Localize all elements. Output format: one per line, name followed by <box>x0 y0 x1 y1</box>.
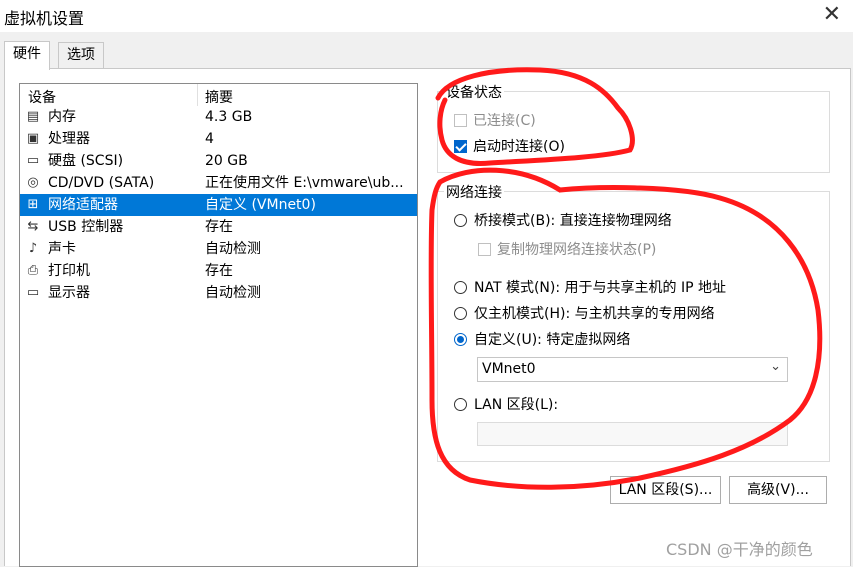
radio-selected-icon <box>454 333 467 346</box>
device-row-cpu[interactable]: ▣ 处理器 4 <box>20 128 417 150</box>
printer-icon: ⎙ <box>27 263 39 278</box>
device-row-sound[interactable]: ♪ 声卡 自动检测 <box>20 238 417 260</box>
lan-segment-radio[interactable]: LAN 区段(L): <box>454 394 558 414</box>
device-row-printer[interactable]: ⎙ 打印机 存在 <box>20 260 417 282</box>
device-row-harddisk[interactable]: ▭ 硬盘 (SCSI) 20 GB <box>20 150 417 172</box>
replicate-state-checkbox[interactable]: 复制物理网络连接状态(P) <box>478 239 656 259</box>
memory-icon: ▤ <box>26 109 40 124</box>
custom-radio[interactable]: 自定义(U): 特定虚拟网络 <box>454 329 630 349</box>
checkbox-box <box>454 114 467 127</box>
column-device[interactable]: 设备 <box>28 87 56 107</box>
network-connection-label: 网络连接 <box>444 182 504 202</box>
checkbox-box <box>478 243 491 256</box>
harddisk-icon: ▭ <box>26 153 40 168</box>
nat-radio[interactable]: NAT 模式(N): 用于与共享主机的 IP 地址 <box>454 277 726 297</box>
device-row-memory[interactable]: ▤ 内存 4.3 GB <box>20 106 417 128</box>
close-icon[interactable]: ✕ <box>823 2 841 27</box>
tab-options[interactable]: 选项 <box>58 42 104 69</box>
network-adapter-icon: ⊞ <box>27 197 39 212</box>
monitor-icon: ▭ <box>26 285 40 300</box>
usb-icon: ⇆ <box>27 219 39 234</box>
device-status-group: 设备状态 <box>437 82 830 173</box>
connected-checkbox[interactable]: 已连接(C) <box>454 110 536 130</box>
device-list[interactable]: 设备 摘要 ▤ 内存 4.3 GB ▣ 处理器 4 ▭ 硬盘 (SCSI) 20… <box>19 83 418 567</box>
lan-segments-button[interactable]: LAN 区段(S)... <box>610 476 721 504</box>
device-list-header: 设备 摘要 <box>20 84 417 106</box>
host-only-radio[interactable]: 仅主机模式(H): 与主机共享的专用网络 <box>454 303 715 323</box>
lan-segment-select[interactable] <box>477 422 788 446</box>
cpu-icon: ▣ <box>26 131 40 146</box>
column-summary[interactable]: 摘要 <box>205 87 233 107</box>
advanced-button[interactable]: 高级(V)... <box>729 476 827 504</box>
device-row-usb[interactable]: ⇆ USB 控制器 存在 <box>20 216 417 238</box>
radio-icon <box>454 281 467 294</box>
custom-network-select[interactable]: VMnet0 ⌄ <box>477 357 788 382</box>
watermark: CSDN @干净的颜色 <box>666 540 813 559</box>
device-status-label: 设备状态 <box>444 82 504 102</box>
radio-icon <box>454 307 467 320</box>
device-row-cd-dvd[interactable]: ◎ CD/DVD (SATA) 正在使用文件 E:\vmware\ub... <box>20 172 417 194</box>
cd-dvd-icon: ◎ <box>27 175 39 190</box>
device-row-display[interactable]: ▭ 显示器 自动检测 <box>20 282 417 304</box>
radio-icon <box>454 214 467 227</box>
title-bar: 虚拟机设置 ✕ <box>0 0 853 32</box>
chevron-down-icon: ⌄ <box>770 359 781 374</box>
window-title: 虚拟机设置 <box>4 9 85 28</box>
tab-hardware[interactable]: 硬件 <box>4 41 50 70</box>
device-row-network-adapter[interactable]: ⊞ 网络适配器 自定义 (VMnet0) <box>20 194 417 216</box>
checkbox-checked-icon <box>454 140 467 153</box>
radio-icon <box>454 398 467 411</box>
speaker-icon: ♪ <box>28 241 38 256</box>
connect-at-power-on-checkbox[interactable]: 启动时连接(O) <box>454 136 565 156</box>
bridged-radio[interactable]: 桥接模式(B): 直接连接物理网络 <box>454 210 672 230</box>
